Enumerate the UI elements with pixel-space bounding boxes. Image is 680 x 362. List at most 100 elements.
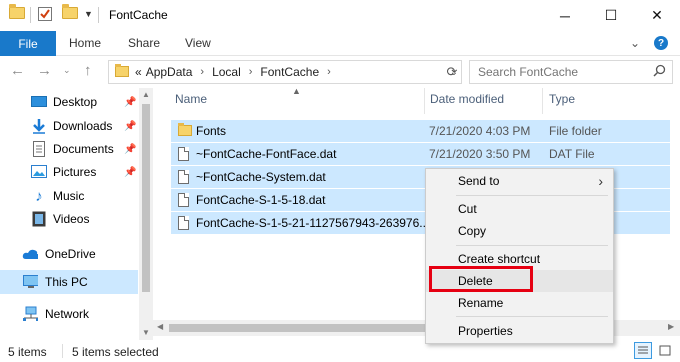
cloud-icon <box>22 246 38 262</box>
computer-icon <box>22 274 38 290</box>
nav-scrollbar[interactable]: ▲ ▼ <box>139 88 153 340</box>
scroll-left-icon[interactable]: ◀ <box>157 322 163 331</box>
sidebar-item-label: Pictures <box>53 165 97 179</box>
scroll-up-icon[interactable]: ▲ <box>139 90 153 99</box>
file-row[interactable]: ~FontCache-FontFace.dat 7/21/2020 3:50 P… <box>171 143 670 165</box>
sidebar-item-network[interactable]: Network <box>0 302 138 326</box>
sidebar-item-label: Desktop <box>53 95 98 109</box>
menu-separator <box>456 195 608 196</box>
search-box[interactable] <box>469 60 673 84</box>
pin-icon[interactable]: 📌 <box>124 167 136 178</box>
column-header-name[interactable]: Name <box>175 92 207 106</box>
new-folder-quick-access-icon[interactable] <box>62 4 78 19</box>
downloads-icon <box>31 118 47 134</box>
recent-locations-icon[interactable]: ⌄ <box>63 65 71 76</box>
folder-icon <box>178 123 192 136</box>
sidebar-item-this-pc[interactable]: This PC <box>0 270 138 294</box>
file-name: FontCache-S-1-5-18.dat <box>196 193 326 207</box>
refresh-icon[interactable]: ⟳ <box>441 61 463 83</box>
file-icon <box>178 170 189 184</box>
file-icon <box>178 193 189 207</box>
item-count: 5 items <box>8 345 47 359</box>
pin-icon[interactable]: 📌 <box>124 144 136 155</box>
menu-item-send-to[interactable]: Send to › <box>426 170 613 192</box>
chevron-right-icon: › <box>598 173 603 189</box>
breadcrumb-local[interactable]: Local <box>212 65 241 79</box>
column-divider[interactable] <box>542 88 543 114</box>
sidebar-item-music[interactable]: ♪ Music <box>0 184 138 208</box>
file-icon <box>178 147 189 161</box>
menu-separator <box>456 316 608 317</box>
title-bar: ▼ FontCache ─ ☐ ✕ <box>0 0 680 31</box>
minimize-button[interactable]: ─ <box>542 0 588 31</box>
tab-home[interactable]: Home <box>69 36 101 50</box>
selected-count: 5 items selected <box>72 345 159 359</box>
documents-icon <box>31 141 47 157</box>
scroll-thumb[interactable] <box>142 104 150 292</box>
menu-item-cut[interactable]: Cut <box>426 198 613 220</box>
breadcrumb-appdata[interactable]: AppData <box>146 65 193 79</box>
file-date: 7/21/2020 3:50 PM <box>429 147 531 161</box>
close-button[interactable]: ✕ <box>634 0 680 31</box>
file-row[interactable]: Fonts 7/21/2020 4:03 PM File folder <box>171 120 670 142</box>
search-icon <box>653 64 666 80</box>
pin-icon[interactable]: 📌 <box>124 97 136 108</box>
sidebar-item-label: Documents <box>53 142 114 156</box>
chevron-right-icon[interactable]: › <box>249 66 253 78</box>
menu-item-copy[interactable]: Copy <box>426 220 613 242</box>
menu-item-label: Create shortcut <box>458 252 541 266</box>
sidebar-item-pictures[interactable]: Pictures 📌 <box>0 160 138 184</box>
music-icon: ♪ <box>35 187 43 205</box>
column-header-type[interactable]: Type <box>549 92 575 106</box>
column-header-date[interactable]: Date modified <box>430 92 504 106</box>
expand-ribbon-icon[interactable]: ⌄ <box>630 36 640 50</box>
large-icons-view-button[interactable] <box>656 342 674 359</box>
file-name: ~FontCache-System.dat <box>196 170 326 184</box>
sidebar-item-downloads[interactable]: Downloads 📌 <box>0 114 138 138</box>
sidebar-item-documents[interactable]: Documents 📌 <box>0 137 138 161</box>
properties-quick-access-icon[interactable] <box>37 6 53 22</box>
sidebar-item-videos[interactable]: Videos <box>0 207 138 231</box>
delete-highlight-box <box>429 266 533 292</box>
tab-share[interactable]: Share <box>128 36 160 50</box>
customize-quick-access-icon[interactable]: ▼ <box>84 9 93 19</box>
chevron-right-icon[interactable]: › <box>200 66 204 78</box>
file-type: DAT File <box>549 147 595 161</box>
sidebar-item-label: Network <box>45 307 90 321</box>
tab-view[interactable]: View <box>185 36 211 50</box>
sidebar-item-onedrive[interactable]: OneDrive <box>0 242 138 266</box>
menu-item-rename[interactable]: Rename <box>426 292 613 314</box>
sidebar-item-label: OneDrive <box>45 247 96 261</box>
menu-item-properties[interactable]: Properties <box>426 320 613 342</box>
column-divider[interactable] <box>424 88 425 114</box>
tab-file[interactable]: File <box>0 31 56 56</box>
divider <box>62 344 63 358</box>
chevron-right-icon[interactable]: › <box>327 66 331 78</box>
maximize-button[interactable]: ☐ <box>588 0 634 31</box>
sidebar-item-label: Music <box>53 189 85 203</box>
search-input[interactable] <box>478 65 638 79</box>
forward-button[interactable]: → <box>37 62 52 79</box>
pin-icon[interactable]: 📌 <box>124 121 136 132</box>
back-button[interactable]: ← <box>10 62 25 79</box>
breadcrumb-fontcache[interactable]: FontCache <box>260 65 319 79</box>
file-name: FontCache-S-1-5-21-1127567943-263976... <box>196 216 430 230</box>
file-icon <box>178 216 189 230</box>
breadcrumb-overflow[interactable]: « <box>135 65 142 79</box>
scroll-right-icon[interactable]: ▶ <box>668 322 674 331</box>
details-view-button[interactable] <box>634 342 652 359</box>
sidebar-item-desktop[interactable]: Desktop 📌 <box>0 90 138 114</box>
menu-item-label: Copy <box>458 224 487 238</box>
sidebar-item-label: Downloads <box>53 119 113 133</box>
navigation-pane: Desktop 📌 Downloads 📌 Documents 📌 Pictur… <box>0 88 153 342</box>
up-button[interactable]: ↑ <box>84 62 92 79</box>
folder-icon <box>115 63 129 80</box>
divider <box>30 7 31 23</box>
address-bar[interactable]: « AppData › Local › FontCache › <box>108 60 462 84</box>
ribbon: File Home Share View ⌄ ? <box>0 31 680 56</box>
file-date: 7/21/2020 4:03 PM <box>429 124 531 138</box>
context-menu: Send to › Cut Copy Create shortcut Delet… <box>425 168 614 344</box>
videos-icon <box>31 211 47 227</box>
scroll-down-icon[interactable]: ▼ <box>139 328 153 337</box>
help-icon[interactable]: ? <box>654 36 668 50</box>
